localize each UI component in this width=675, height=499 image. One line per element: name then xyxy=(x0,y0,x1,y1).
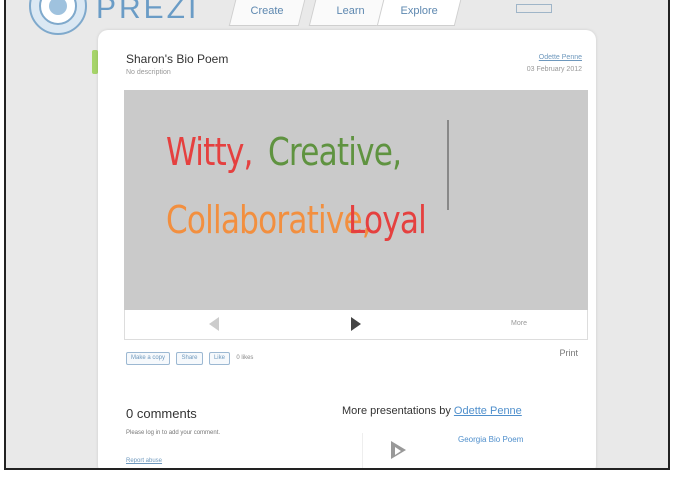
tab-explore[interactable]: Explore xyxy=(376,0,462,26)
share-button[interactable]: Share xyxy=(176,352,203,365)
slide-word-witty: Witty, xyxy=(166,130,253,174)
tab-create-label: Create xyxy=(250,5,285,17)
print-button[interactable]: Print xyxy=(559,348,578,358)
play-icon[interactable] xyxy=(351,317,361,331)
make-copy-button[interactable]: Make a copy xyxy=(126,352,171,365)
previous-icon[interactable] xyxy=(209,317,219,331)
more-presentations-prefix: More presentations by xyxy=(342,405,451,417)
slide-word-collaborative: Collaborative, xyxy=(166,198,372,242)
presentation-viewer[interactable]: Witty, Creative, Collaborative, Loyal xyxy=(124,90,588,310)
slide-divider xyxy=(447,120,449,210)
action-bar: Make a copy Share Like 0 likes xyxy=(126,352,253,366)
tab-learn-label: Learn xyxy=(336,5,365,17)
presentation-card: Sharon's Bio Poem No description Odette … xyxy=(98,30,596,468)
presentation-thumbnail[interactable] xyxy=(362,433,450,468)
like-button[interactable]: Like xyxy=(208,352,230,365)
slide-word-loyal: Loyal xyxy=(348,198,427,242)
likes-count: 0 likes xyxy=(236,355,254,361)
comments-title: 0 comments xyxy=(126,406,197,421)
more-item-title[interactable]: Georgia Bio Poem xyxy=(458,435,523,444)
slide-word-creative: Creative, xyxy=(268,130,402,174)
presentation-date: 03 February 2012 xyxy=(526,66,582,73)
comments-login-note[interactable]: Please log in to add your comment. xyxy=(126,430,220,436)
more-button[interactable]: More xyxy=(511,320,527,327)
print-label: Print xyxy=(559,348,578,358)
search-box[interactable] xyxy=(516,4,552,14)
presentation-title: Sharon's Bio Poem xyxy=(126,52,229,66)
thumbnail-play-inner-icon xyxy=(395,447,401,455)
report-abuse-link[interactable]: Report abuse xyxy=(126,458,162,464)
author-link[interactable]: Odette Penne xyxy=(539,54,582,61)
more-presentations-author-link[interactable]: Odette Penne xyxy=(454,405,522,417)
presentation-description: No description xyxy=(126,69,171,76)
tab-explore-label: Explore xyxy=(400,5,439,17)
tab-create[interactable]: Create xyxy=(228,0,306,26)
brand-wordmark[interactable]: PREZI xyxy=(96,0,199,26)
more-presentations-title: More presentations by Odette Penne xyxy=(342,405,522,417)
viewer-controls: More xyxy=(124,310,588,340)
prezi-logo-icon[interactable] xyxy=(26,0,90,38)
browser-frame: PREZI Create Learn Explore Sharon's Bio … xyxy=(4,0,670,470)
account-area xyxy=(516,4,558,14)
